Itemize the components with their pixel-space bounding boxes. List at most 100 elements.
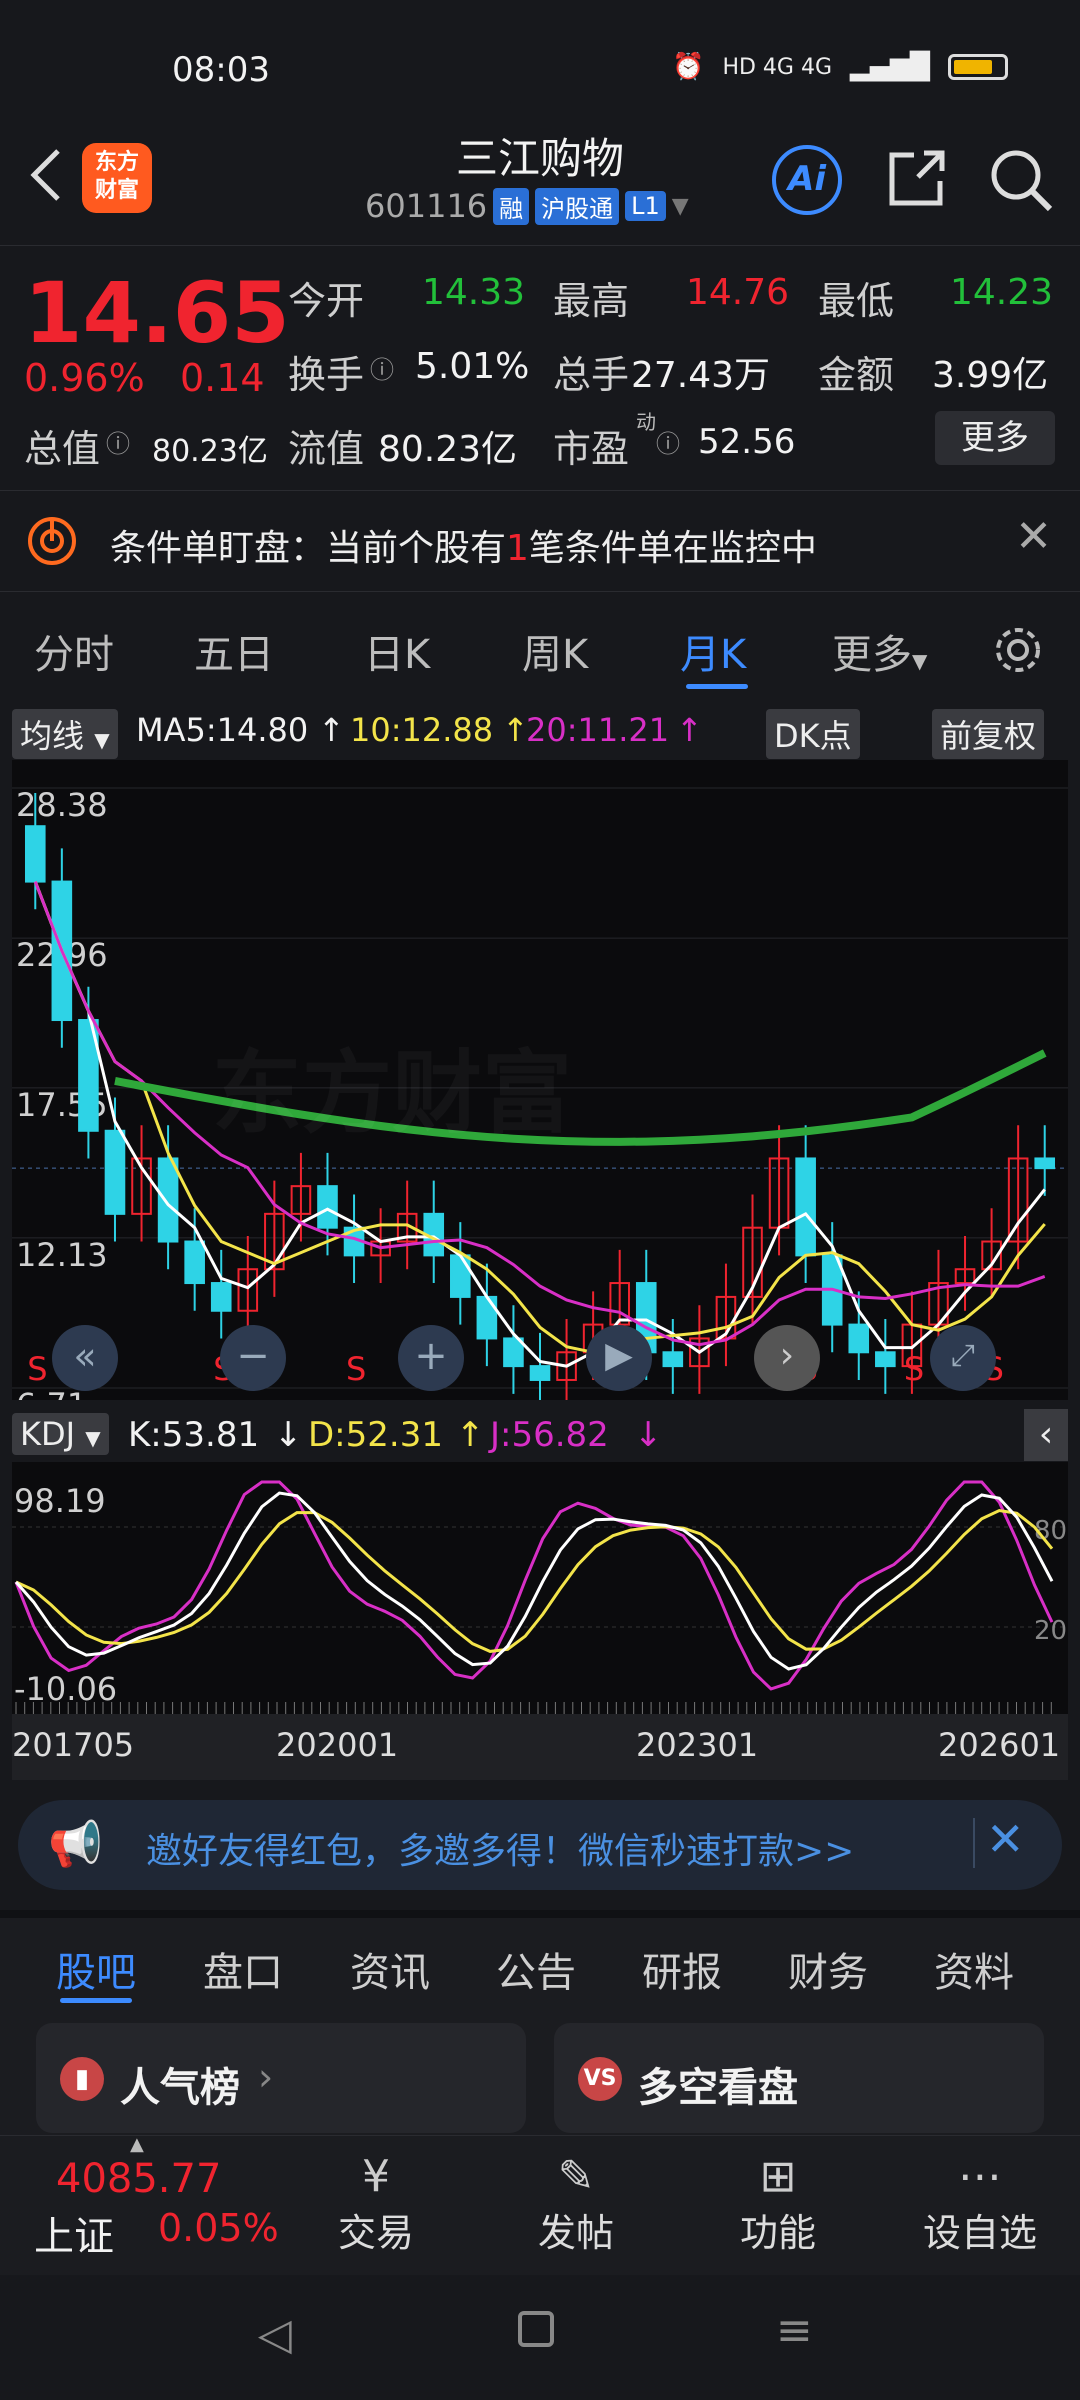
kdj-j: J:56.82 xyxy=(490,1415,609,1455)
tab-research[interactable]: 研报 xyxy=(642,1940,722,1998)
signal-icon: ▂▄▆█ xyxy=(850,52,930,82)
x-tick: 202601 xyxy=(938,1726,1061,1764)
dk-button[interactable]: DK点 xyxy=(766,709,860,759)
bar-chart-icon: ▮ xyxy=(60,2057,104,2101)
gear-icon[interactable] xyxy=(990,622,1046,678)
float-value: 80.23亿 xyxy=(378,429,518,470)
index-pct: 0.05% xyxy=(158,2206,279,2250)
x-tick: 202301 xyxy=(636,1726,759,1764)
sell-signal-marker: S xyxy=(904,1350,924,1388)
play-icon[interactable]: ▶ xyxy=(586,1325,652,1391)
kdj-k: K:53.81 xyxy=(128,1415,260,1455)
tab-orderbook[interactable]: 盘口 xyxy=(203,1940,283,1998)
next-icon[interactable]: › xyxy=(754,1325,820,1391)
zoom-in-icon[interactable]: + xyxy=(398,1325,464,1391)
yen-icon: ¥ xyxy=(362,2151,390,2202)
float-label: 流值 xyxy=(288,427,365,471)
candle-body xyxy=(476,1295,498,1340)
trade-button[interactable]: ¥ 交易 xyxy=(296,2151,456,2257)
tab-indicator xyxy=(60,1998,132,2003)
ai-button[interactable]: Ai xyxy=(772,145,842,215)
feature-cards: ▮ 人气榜 › VS 多空看盘 xyxy=(0,2005,1080,2135)
tab-more[interactable]: 更多▼ xyxy=(832,622,927,680)
ma20-value: 20:11.21 xyxy=(526,711,670,749)
nav-home-icon[interactable] xyxy=(518,2311,554,2347)
tab-intraday[interactable]: 分时 xyxy=(34,622,114,680)
tab-forum[interactable]: 股吧 xyxy=(56,1940,136,1998)
turnover-value: 5.01% xyxy=(415,346,530,387)
close-icon[interactable]: ✕ xyxy=(986,1812,1025,1866)
amount-value: 3.99亿 xyxy=(932,355,1049,396)
status-time: 08:03 xyxy=(172,50,270,90)
tab-news[interactable]: 资讯 xyxy=(350,1940,430,1998)
indicator-select[interactable]: KDJ ▼ xyxy=(12,1413,109,1455)
caret-down-icon: ▼ xyxy=(671,193,689,219)
candle-body xyxy=(662,1351,684,1368)
caret-up-icon: ▲ xyxy=(130,2134,144,2155)
abs-change: 0.14 xyxy=(180,356,265,400)
tab-5day[interactable]: 五日 xyxy=(194,622,274,680)
candle-body xyxy=(104,1129,126,1215)
back-arrow-icon[interactable] xyxy=(22,145,72,205)
kline-chart[interactable]: 28.3822.9617.5512.136.71SSSSSSSSS 东方财富 «… xyxy=(12,760,1068,1424)
index-value[interactable]: 4085.77 xyxy=(56,2156,221,2202)
mcap-value: 80.23亿 xyxy=(152,434,268,469)
low-label: 最低 xyxy=(818,279,895,323)
stock-code-row[interactable]: 601116 融 沪股通 L1 ▼ xyxy=(365,187,689,225)
promo-banner[interactable]: 📢 邀好友得红包，多邀多得！微信秒速打款>> ✕ xyxy=(18,1800,1062,1890)
condition-banner[interactable]: 条件单盯盘：当前个股有1笔条件单在监控中 ✕ xyxy=(0,490,1080,592)
battery-icon xyxy=(948,54,1008,80)
candle-body xyxy=(1034,1157,1056,1170)
tab-profile[interactable]: 资料 xyxy=(934,1940,1014,1998)
info-circle-icon[interactable]: ⓘ xyxy=(106,424,130,459)
ma-select[interactable]: 均线 ▼ xyxy=(12,709,118,759)
mcap-label: 总值 xyxy=(24,427,101,471)
post-button[interactable]: ✎ 发帖 xyxy=(496,2151,656,2257)
info-circle-icon[interactable]: ⓘ xyxy=(370,350,394,385)
status-bar: 08:03 ⏰ HD 4G 4G ▂▄▆█ xyxy=(0,0,1080,120)
pe-label: 市盈 xyxy=(553,427,630,471)
zoom-out-icon[interactable]: − xyxy=(220,1325,286,1391)
tab-indicator xyxy=(686,684,748,689)
nav-back-icon[interactable]: ◁ xyxy=(258,2309,292,2360)
candle-body xyxy=(450,1254,471,1298)
condition-text: 条件单盯盘：当前个股有1笔条件单在监控中 xyxy=(110,528,817,569)
kdj-d-line xyxy=(15,1508,1054,1653)
adjust-button[interactable]: 前复权 xyxy=(932,709,1045,759)
status-icons: ⏰ HD 4G 4G ▂▄▆█ xyxy=(672,52,1008,82)
index-name[interactable]: 上证 xyxy=(34,2204,114,2262)
tab-finance[interactable]: 财务 xyxy=(788,1940,868,1998)
tab-daily[interactable]: 日K xyxy=(364,622,430,680)
tab-monthly[interactable]: 月K xyxy=(680,622,746,680)
rewind-icon[interactable]: « xyxy=(52,1325,118,1391)
search-icon[interactable] xyxy=(986,145,1056,215)
ma5-value: MA5:14.80 xyxy=(136,711,309,749)
kdj-bar: KDJ ▼ K:53.81 ↓ D:52.31 ↑ J:56.82 ↓ ‹ xyxy=(12,1405,1068,1465)
x-tick: 202001 xyxy=(276,1726,399,1764)
popularity-card[interactable]: ▮ 人气榜 › xyxy=(36,2023,526,2133)
kdj-j-line xyxy=(14,1480,1054,1691)
candle-body xyxy=(875,1351,896,1368)
candle-body xyxy=(184,1240,205,1285)
tab-weekly[interactable]: 周K xyxy=(522,622,588,680)
y-tick-label: 12.13 xyxy=(16,1236,108,1274)
bull-bear-card[interactable]: VS 多空看盘 xyxy=(554,2023,1044,2133)
functions-button[interactable]: ⊞ 功能 xyxy=(698,2151,858,2257)
watchlist-button[interactable]: ⋯ 设自选 xyxy=(900,2151,1060,2257)
tab-announcements[interactable]: 公告 xyxy=(496,1940,576,1998)
info-circle-icon[interactable]: ⓘ xyxy=(656,424,680,459)
nav-menu-icon[interactable]: ≡ xyxy=(776,2305,813,2356)
more-button[interactable]: 更多 xyxy=(935,411,1055,465)
stock-header: 三江购物 东方 财富 601116 融 沪股通 L1 ▼ Ai xyxy=(0,125,1080,246)
stock-code: 601116 xyxy=(365,187,488,225)
tag-connect: 沪股通 xyxy=(535,187,620,225)
close-icon[interactable]: ✕ xyxy=(1015,511,1052,562)
fullscreen-icon[interactable]: ⤢ xyxy=(930,1325,996,1391)
share-icon[interactable] xyxy=(884,145,950,211)
app-logo[interactable]: 东方 财富 xyxy=(82,143,152,213)
candle-body xyxy=(157,1157,179,1243)
collapse-icon[interactable]: ‹ xyxy=(1024,1409,1068,1461)
divider xyxy=(973,1818,975,1868)
kdj-chart[interactable]: 98.19 -10.06 80 20 xyxy=(12,1462,1068,1714)
date-axis: 201705 202001 202301 202601 xyxy=(12,1714,1068,1780)
